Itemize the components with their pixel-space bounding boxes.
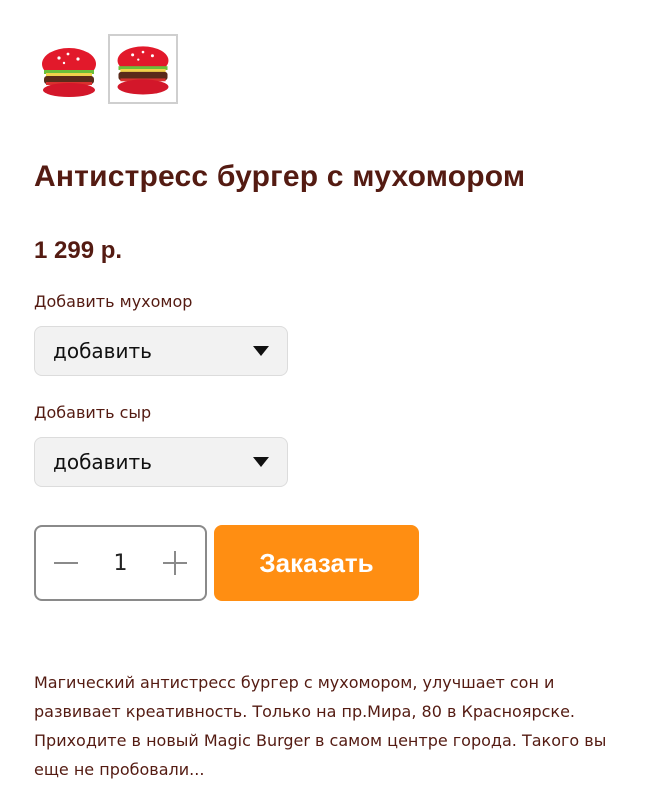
option-label-cheese: Добавить сыр [34, 403, 152, 422]
product-thumbnail-2-selected[interactable] [108, 34, 178, 104]
order-button[interactable]: Заказать [214, 525, 419, 601]
description-line: развивает креативность. Только на пр.Мир… [34, 702, 576, 721]
chevron-down-icon [253, 346, 269, 356]
quantity-stepper: 1 [34, 525, 207, 601]
description-line: Приходите в новый Magic Burger в самом ц… [34, 731, 607, 750]
plus-icon[interactable] [163, 551, 187, 575]
minus-icon[interactable] [54, 551, 78, 575]
burger-image [42, 48, 96, 97]
description-line: Магический антистресс бургер с мухомором… [34, 673, 555, 692]
cheese-select[interactable]: добавить [34, 437, 288, 487]
mushroom-select-value: добавить [53, 339, 152, 363]
option-label-mushroom: Добавить мухомор [34, 292, 193, 311]
product-thumbnail-1[interactable] [34, 34, 104, 104]
quantity-value[interactable]: 1 [101, 551, 141, 576]
cheese-select-value: добавить [53, 450, 152, 474]
burger-image [117, 46, 169, 95]
description-line: еще не пробовали... [34, 760, 205, 779]
mushroom-select[interactable]: добавить [34, 326, 288, 376]
product-price: 1 299 р. [34, 237, 123, 264]
chevron-down-icon [253, 457, 269, 467]
product-title: Антистресс бургер с мухомором [34, 160, 526, 193]
product-description: Магический антистресс бургер с мухомором… [34, 668, 607, 784]
